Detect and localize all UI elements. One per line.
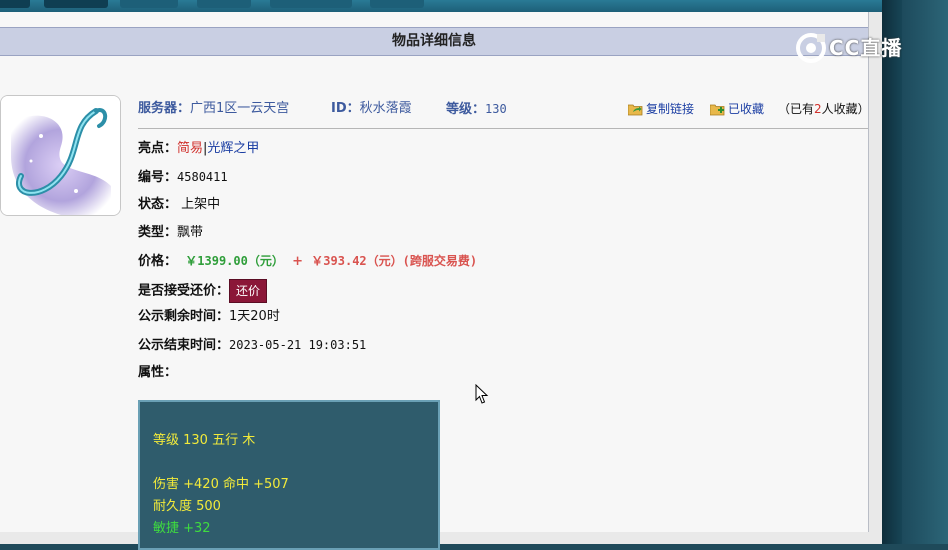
attr-agility: 敏捷 +32 xyxy=(153,521,211,536)
remaining-time-label: 公示剩余时间： xyxy=(138,309,230,324)
page-title: 物品详细信息 xyxy=(0,27,868,56)
end-time-label: 公示结束时间： xyxy=(138,338,230,353)
type-label: 类型： xyxy=(138,225,178,240)
status-row: 状态： 上架中 xyxy=(138,195,220,215)
fav-suffix: 人收藏） xyxy=(821,102,870,116)
cc-live-watermark: CC直播 xyxy=(795,30,920,66)
counter-offer-row: 是否接受还价： 还价 xyxy=(138,279,268,303)
server-value: 广西1区一云天宫 xyxy=(190,101,290,116)
server-info: 服务器：广西1区一云天宫 xyxy=(138,100,289,118)
counter-offer-label: 是否接受还价： xyxy=(138,283,230,299)
number-value: 4580411 xyxy=(177,170,228,184)
attributes-label: 属性： xyxy=(138,365,178,380)
counter-offer-button[interactable]: 还价 xyxy=(229,279,268,303)
nav-tab[interactable] xyxy=(197,0,251,8)
fav-prefix: （已有 xyxy=(778,102,815,116)
level-value: 130 xyxy=(485,102,507,116)
top-nav-bar xyxy=(0,0,882,12)
attr-damage-accuracy: 伤害 +420 命中 +507 xyxy=(153,477,289,492)
highlight-row: 亮点：简易|光辉之甲 xyxy=(138,139,259,159)
folder-share-icon xyxy=(627,104,643,116)
seller-id-info: ID：秋水落霞 xyxy=(331,100,412,118)
cross-server-fee: ￥393.42（元）(跨服交易费) xyxy=(311,254,478,268)
cc-logo-icon xyxy=(796,33,826,63)
price-value: ￥1399.00（元） xyxy=(185,254,284,268)
type-value: 飘带 xyxy=(177,225,204,240)
nav-tab-active[interactable] xyxy=(44,0,108,8)
favorited-label: 已收藏 xyxy=(728,102,765,116)
price-plus: + xyxy=(292,254,304,269)
highlight-simple: 简易 xyxy=(177,141,204,156)
attributes-row: 属性： xyxy=(138,363,177,383)
level-info: 等级：130 xyxy=(446,100,507,118)
level-label: 等级： xyxy=(446,102,486,117)
price-row: 价格： ￥1399.00（元） + ￥393.42（元）(跨服交易费) xyxy=(138,251,477,271)
mouse-cursor-icon xyxy=(475,384,489,404)
nav-tab[interactable] xyxy=(370,0,424,8)
remaining-time-value: 1天20时 xyxy=(229,309,280,324)
end-time-value: 2023-05-21 19:03:51 xyxy=(229,338,367,352)
status-value: 上架中 xyxy=(181,197,221,212)
type-row: 类型：飘带 xyxy=(138,223,203,243)
attr-level-element: 等级 130 五行 木 xyxy=(153,433,256,448)
highlight-glory-armor: 光辉之甲 xyxy=(207,141,260,156)
server-label: 服务器： xyxy=(138,101,191,116)
status-label: 状态： xyxy=(138,197,178,212)
id-value: 秋水落霞 xyxy=(359,101,412,116)
page-scroll-gutter xyxy=(882,0,902,544)
id-label: ID： xyxy=(331,101,360,116)
item-image xyxy=(0,95,121,216)
attributes-box: 等级 130 五行 木 伤害 +420 命中 +507 耐久度 500 敏捷 +… xyxy=(138,400,440,550)
favorite-button[interactable]: 已收藏 xyxy=(709,100,765,118)
highlight-label: 亮点： xyxy=(138,141,178,156)
folder-add-icon xyxy=(709,104,725,116)
number-row: 编号：4580411 xyxy=(138,167,228,187)
divider xyxy=(138,128,868,129)
nav-tab[interactable] xyxy=(120,0,178,8)
desktop-background xyxy=(902,0,948,544)
ribbon-item-icon xyxy=(1,96,120,215)
attr-durability: 耐久度 500 xyxy=(153,499,221,514)
copy-link-label: 复制链接 xyxy=(646,102,695,116)
logo-text: CC直播 xyxy=(829,36,903,60)
favorite-count-note: （已有2人收藏） xyxy=(778,100,870,118)
copy-link-button[interactable]: 复制链接 xyxy=(627,100,695,118)
end-time-row: 公示结束时间：2023-05-21 19:03:51 xyxy=(138,335,366,355)
fav-count: 2 xyxy=(814,102,822,116)
price-label: 价格： xyxy=(138,254,178,269)
nav-tab[interactable] xyxy=(0,0,30,8)
nav-tab[interactable] xyxy=(270,0,352,8)
number-label: 编号： xyxy=(138,170,178,185)
remaining-time-row: 公示剩余时间：1天20时 xyxy=(138,307,280,327)
